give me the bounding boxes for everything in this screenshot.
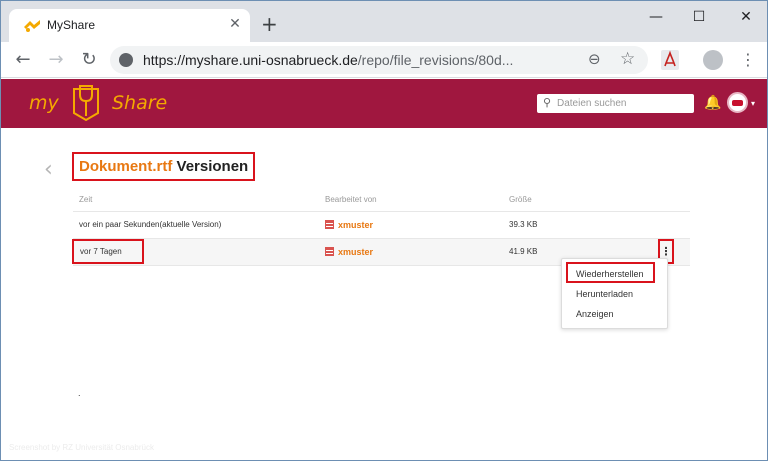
browser-menu-icon[interactable]: ⋮	[740, 50, 756, 70]
bookmark-star-icon[interactable]: ☆	[620, 49, 635, 69]
myshare-favicon-icon	[24, 20, 40, 32]
reload-button[interactable]: ↻	[79, 50, 99, 70]
user-menu-caret-icon[interactable]: ▾	[751, 99, 755, 108]
url-text[interactable]: https://myshare.uni-osnabrueck.de/repo/f…	[143, 52, 513, 68]
page-title: Dokument.rtf Versionen	[72, 152, 256, 181]
row-size: 39.3 KB	[509, 220, 538, 229]
address-bar[interactable]: https://myshare.uni-osnabrueck.de/repo/f…	[110, 46, 648, 74]
myshare-logo-icon[interactable]	[68, 83, 104, 123]
menu-item-download[interactable]: Herunterladen	[576, 289, 633, 299]
back-button[interactable]: ←	[13, 50, 33, 70]
profile-icon[interactable]	[703, 50, 723, 70]
brand-my[interactable]: my	[29, 92, 59, 114]
annotation-box-restore	[566, 262, 655, 283]
row-editor[interactable]: xmuster	[325, 220, 373, 230]
forward-button[interactable]: →	[46, 50, 66, 70]
pdf-extension-icon[interactable]	[661, 50, 679, 70]
zoom-icon[interactable]: ⊖	[588, 50, 601, 68]
search-input[interactable]	[557, 95, 689, 111]
tab-title: MyShare	[47, 18, 96, 32]
browser-tab[interactable]: MyShare ✕	[9, 9, 250, 42]
tab-strip: MyShare ✕ + — ☐ ✕	[1, 1, 767, 42]
file-name: Dokument.rtf	[79, 158, 173, 175]
menu-item-view[interactable]: Anzeigen	[576, 309, 614, 319]
site-info-icon[interactable]	[119, 53, 133, 67]
title-suffix: Versionen	[176, 158, 249, 175]
maximize-button[interactable]: ☐	[689, 7, 709, 27]
row-size: 41.9 KB	[509, 247, 538, 256]
header-divider	[73, 211, 690, 212]
new-tab-button[interactable]: +	[261, 14, 278, 34]
back-chevron-icon[interactable]: ‹	[44, 157, 53, 182]
browser-toolbar: ← → ↻ https://myshare.uni-osnabrueck.de/…	[1, 42, 767, 78]
file-search[interactable]: ⚲	[537, 94, 694, 113]
column-time: Zeit	[79, 195, 93, 204]
close-window-button[interactable]: ✕	[736, 7, 756, 27]
brand-share[interactable]: Share	[112, 92, 167, 114]
footer-credit: Screenshot by RZ Universität Osnabrück	[9, 443, 154, 452]
column-editor: Bearbeitet von	[325, 195, 377, 204]
user-avatar[interactable]	[727, 92, 748, 113]
notification-bell-icon[interactable]: 🔔	[704, 95, 721, 111]
editor-avatar-icon	[325, 220, 334, 229]
minimize-button[interactable]: —	[646, 7, 666, 27]
editor-avatar-icon	[325, 247, 334, 256]
search-icon: ⚲	[543, 96, 552, 109]
row-time: vor ein paar Sekunden(aktuelle Version)	[79, 220, 222, 229]
annotation-box-time	[72, 239, 144, 264]
tab-close-icon[interactable]: ✕	[227, 16, 243, 32]
row-editor[interactable]: xmuster	[325, 247, 373, 257]
app-header: my Share ⚲ 🔔 ▾	[1, 79, 767, 128]
stray-dot: .	[78, 388, 81, 398]
column-size: Größe	[509, 195, 532, 204]
